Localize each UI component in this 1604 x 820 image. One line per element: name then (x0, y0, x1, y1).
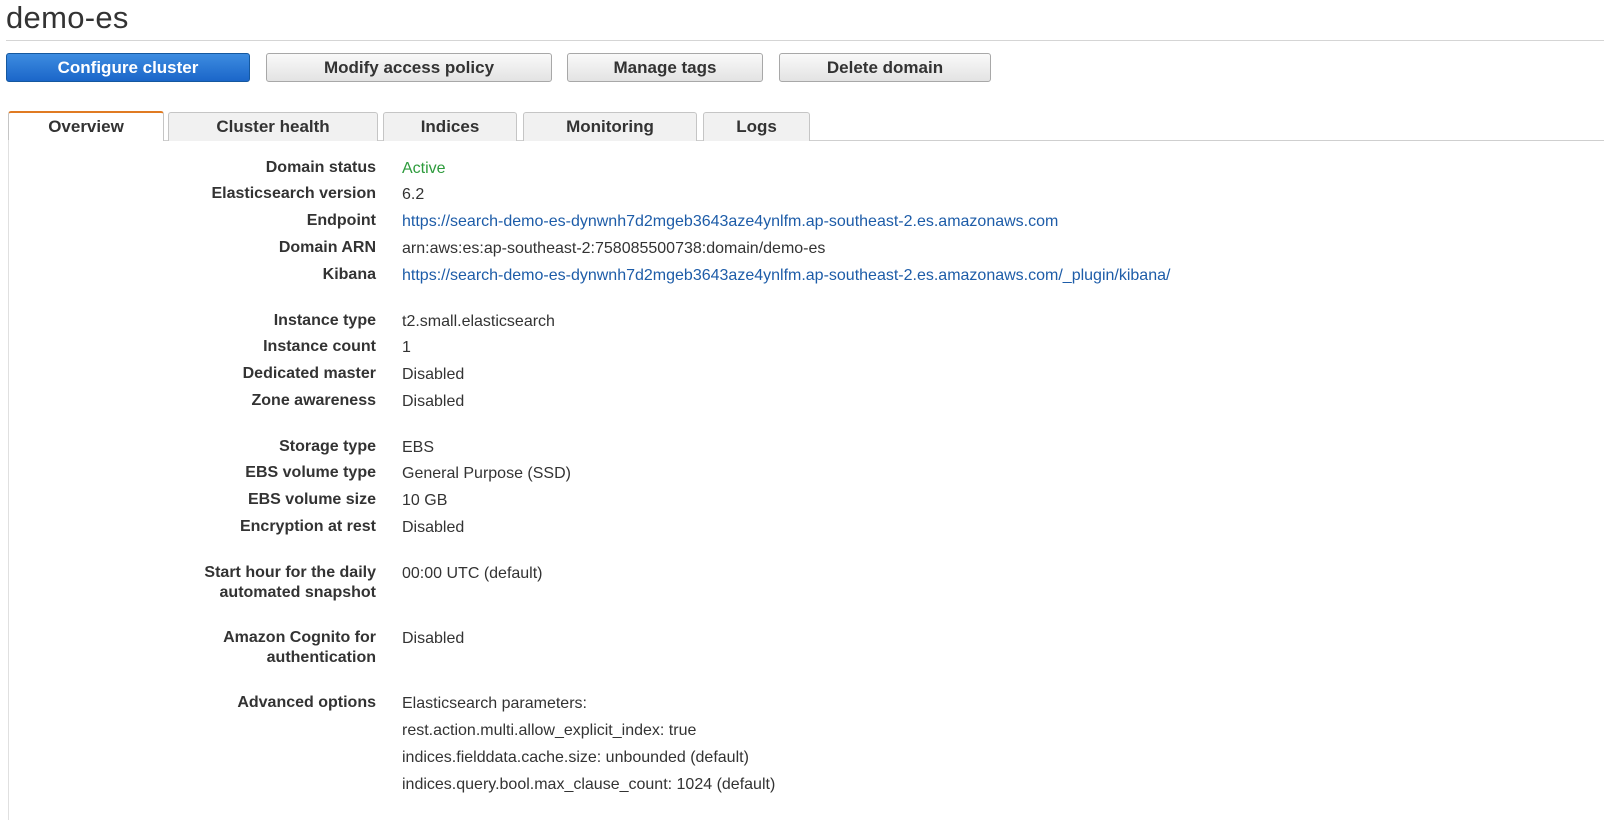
domain-status-label: Domain status (265, 159, 376, 176)
zone-awareness-label: Zone awareness (251, 392, 377, 409)
advanced-options-label: Advanced options (237, 694, 376, 711)
kibana-link[interactable]: https://search-demo-es-dynwnh7d2mgeb3643… (402, 266, 1170, 286)
ebs-volume-size-label: EBS volume size (247, 491, 376, 508)
manage-tags-button[interactable]: Manage tags (567, 53, 763, 82)
advanced-option-param: indices.fielddata.cache.size: unbounded … (402, 749, 749, 766)
endpoint-link[interactable]: https://search-demo-es-dynwnh7d2mgeb3643… (402, 212, 1058, 232)
ebs-volume-size-value: 10 GB (402, 492, 448, 509)
tab-logs[interactable]: Logs (703, 112, 810, 141)
dedicated-master-label: Dedicated master (242, 365, 376, 382)
storage-type-value: EBS (402, 439, 435, 456)
tab-overview[interactable]: Overview (8, 111, 164, 141)
advanced-option-param: rest.action.multi.allow_explicit_index: … (402, 722, 697, 739)
tab-indices[interactable]: Indices (383, 112, 517, 141)
advanced-option-param: indices.query.bool.max_clause_count: 102… (402, 776, 776, 793)
domain-status-value: Active (402, 160, 446, 177)
snapshot-hour-label-line2: automated snapshot (219, 584, 376, 601)
instance-type-label: Instance type (273, 312, 376, 329)
domain-arn-label: Domain ARN (278, 239, 376, 256)
ebs-volume-type-value: General Purpose (SSD) (402, 465, 571, 482)
instance-count-value: 1 (402, 339, 411, 356)
storage-type-label: Storage type (279, 438, 376, 455)
cognito-label-line1: Amazon Cognito for (223, 629, 376, 646)
modify-access-policy-button[interactable]: Modify access policy (266, 53, 552, 82)
tab-cluster-health[interactable]: Cluster health (168, 112, 378, 141)
configure-cluster-button[interactable]: Configure cluster (6, 53, 250, 82)
tab-monitoring[interactable]: Monitoring (523, 112, 697, 141)
encryption-at-rest-value: Disabled (402, 519, 465, 536)
es-version-value: 6.2 (402, 186, 425, 203)
domain-arn-value: arn:aws:es:ap-southeast-2:758085500738:d… (402, 240, 826, 257)
instance-count-label: Instance count (263, 338, 376, 355)
cognito-label-line2: authentication (266, 649, 376, 666)
delete-domain-button[interactable]: Delete domain (779, 53, 991, 82)
es-version-label: Elasticsearch version (211, 185, 376, 202)
kibana-label: Kibana (322, 266, 376, 283)
encryption-at-rest-label: Encryption at rest (239, 518, 376, 535)
title-divider (6, 40, 1604, 41)
dedicated-master-value: Disabled (402, 366, 465, 383)
ebs-volume-type-label: EBS volume type (245, 464, 376, 481)
cognito-value: Disabled (402, 630, 465, 647)
instance-type-value: t2.small.elasticsearch (402, 313, 555, 330)
snapshot-hour-label-line1: Start hour for the daily (204, 564, 376, 581)
advanced-options-heading: Elasticsearch parameters: (402, 695, 587, 712)
endpoint-label: Endpoint (306, 212, 376, 229)
content-border (8, 140, 9, 820)
snapshot-hour-value: 00:00 UTC (default) (402, 565, 543, 582)
page-title: demo-es (6, 0, 129, 35)
zone-awareness-value: Disabled (402, 393, 465, 410)
